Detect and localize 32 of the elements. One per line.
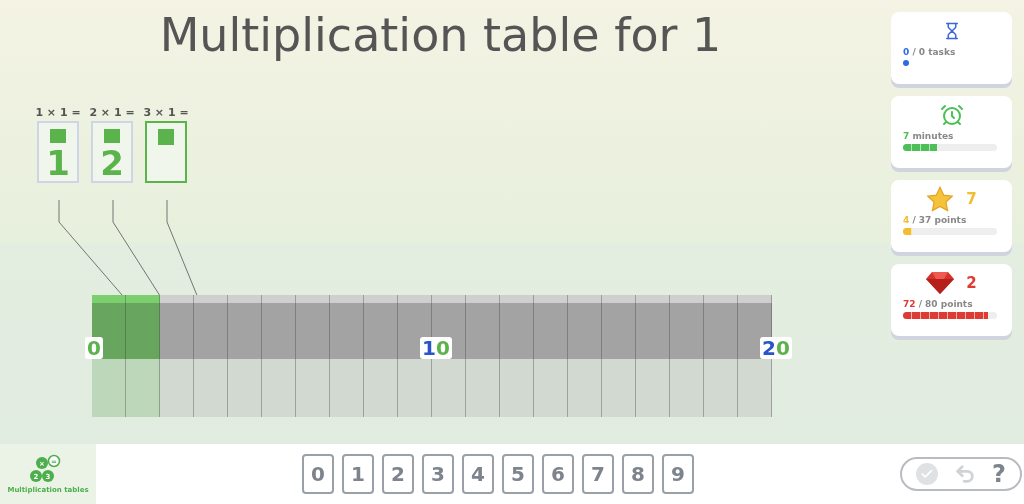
answer-card[interactable]: 1 — [37, 121, 79, 183]
digit-key[interactable]: 1 — [342, 454, 374, 494]
digit-key[interactable]: 6 — [542, 454, 574, 494]
number-label: 10 — [420, 337, 452, 359]
count-label: 2 — [966, 274, 977, 292]
count-label: 7 — [966, 190, 977, 208]
gem-icon — [926, 271, 955, 295]
undo-icon — [954, 463, 976, 485]
stat-text: 0 / 0 tasks — [903, 47, 957, 57]
check-icon — [920, 467, 934, 481]
equation-label: 2 × 1 = — [89, 106, 135, 119]
equation-label: 1 × 1 = — [35, 106, 81, 119]
stat-text: 4 / 37 points — [903, 215, 968, 225]
digit-key[interactable]: 4 — [462, 454, 494, 494]
help-button[interactable]: ? — [992, 460, 1006, 488]
stat-text: 72 / 80 points — [903, 299, 974, 309]
digit-key[interactable]: 5 — [502, 454, 534, 494]
answer-card[interactable] — [145, 121, 187, 183]
number-label: 20 — [760, 337, 792, 359]
digit-key[interactable]: 0 — [302, 454, 334, 494]
digit-key[interactable]: 3 — [422, 454, 454, 494]
alarm-clock-icon — [939, 103, 964, 127]
digit-key[interactable]: 7 — [582, 454, 614, 494]
number-label: 0 — [85, 337, 103, 359]
equation-label: 3 × 1 = — [143, 106, 189, 119]
digit-key[interactable]: 9 — [662, 454, 694, 494]
star-icon — [926, 185, 955, 213]
stat-text: 7 minutes — [903, 131, 955, 141]
digit-key[interactable]: 2 — [382, 454, 414, 494]
page-title: Multiplication table for 1 — [159, 8, 722, 62]
digit-key[interactable]: 8 — [622, 454, 654, 494]
answer-card[interactable]: 2 — [91, 121, 133, 183]
